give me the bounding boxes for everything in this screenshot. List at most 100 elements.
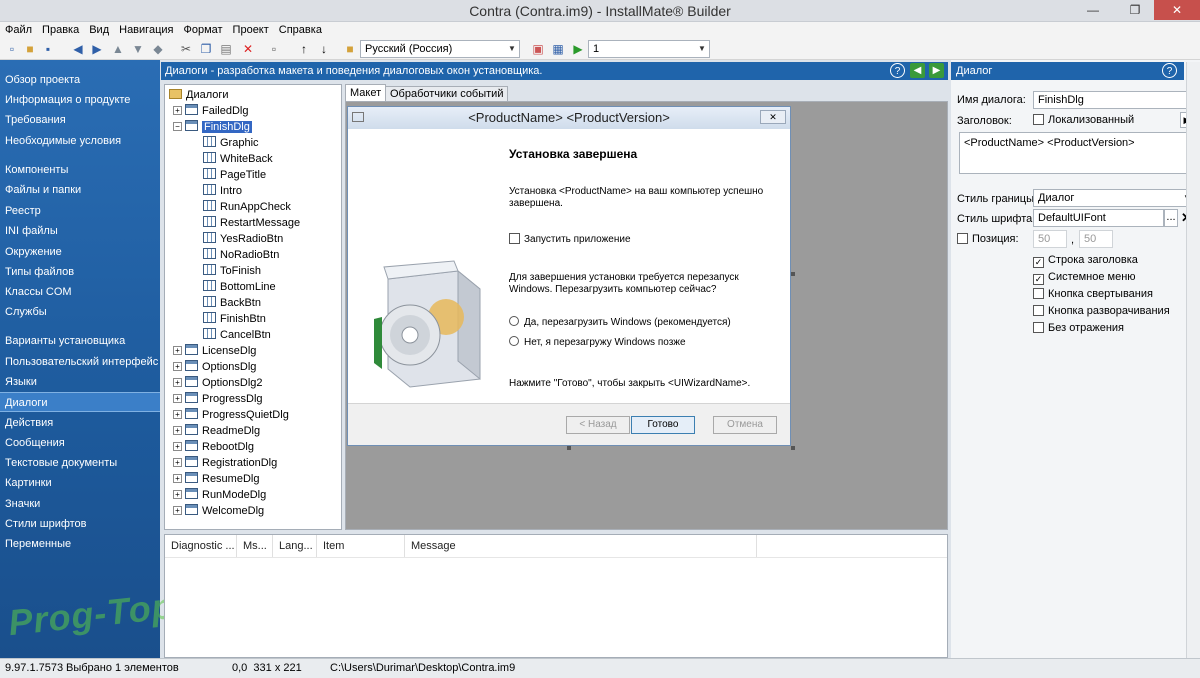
expand-icon[interactable]: + [173, 506, 182, 515]
down-arrow-icon[interactable]: ▼ [130, 41, 146, 57]
tab-event-handlers[interactable]: Обработчики событий [385, 86, 509, 101]
expand-icon[interactable]: + [173, 442, 182, 451]
run-icon[interactable]: ▶ [570, 41, 586, 57]
col-item[interactable]: Item [317, 535, 405, 557]
localized-checkbox[interactable]: Локализованный [1033, 114, 1134, 126]
new-icon[interactable]: ▫ [4, 41, 20, 57]
tree-child[interactable]: NoRadioBtn [203, 247, 279, 263]
save-icon[interactable]: ▪ [40, 41, 56, 57]
sidebar-item-variables[interactable]: Переменные [0, 534, 160, 554]
sidebar-item-ui[interactable]: Пользовательский интерфейс [0, 352, 160, 372]
close-button[interactable]: ✕ [1154, 0, 1200, 20]
tree-item[interactable]: + WelcomeDlg [173, 503, 264, 519]
expand-icon[interactable]: + [173, 362, 182, 371]
sidebar-item-text-docs[interactable]: Текстовые документы [0, 453, 160, 473]
help-icon[interactable]: ? [1162, 63, 1177, 78]
folder-icon[interactable]: ■ [342, 41, 358, 57]
tree-item[interactable]: + ProgressDlg [173, 391, 263, 407]
tree-item-faileddlg[interactable]: + FailedDlg [173, 103, 248, 119]
title-bar-checkbox[interactable]: ✓ Строка заголовка [1033, 254, 1138, 268]
tree-item[interactable]: + ResumeDlg [173, 471, 259, 487]
collapse-icon[interactable]: − [173, 122, 182, 131]
language-select[interactable]: Русский (Россия) ▼ [360, 40, 520, 58]
sidebar-item-font-styles[interactable]: Стили шрифтов [0, 514, 160, 534]
col-ms[interactable]: Ms... [237, 535, 273, 557]
tree-child[interactable]: BottomLine [203, 279, 276, 295]
resize-handle[interactable] [791, 272, 795, 276]
sidebar-item-files[interactable]: Файлы и папки [0, 180, 160, 200]
compile-icon[interactable]: ▦ [550, 41, 566, 57]
run-app-checkbox[interactable]: Запустить приложение [509, 233, 631, 245]
back-nav-icon[interactable]: ◀ [910, 63, 925, 78]
sort-down-icon[interactable]: ↓ [316, 41, 332, 57]
expand-icon[interactable]: + [173, 394, 182, 403]
finish-button[interactable]: Готово [631, 416, 695, 434]
dialog-close-icon[interactable]: ✕ [760, 110, 786, 124]
sidebar-item-services[interactable]: Службы [0, 302, 160, 322]
sidebar-item-file-types[interactable]: Типы файлов [0, 262, 160, 282]
build-select[interactable]: 1 ▼ [588, 40, 710, 58]
expand-icon[interactable]: + [173, 378, 182, 387]
tree-child[interactable]: FinishBtn [203, 311, 266, 327]
position-x-field[interactable]: 50 [1033, 230, 1067, 248]
tree-child[interactable]: Graphic [203, 135, 259, 151]
tree-child[interactable]: ToFinish [203, 263, 261, 279]
sidebar-item-registry[interactable]: Реестр [0, 201, 160, 221]
expand-icon[interactable]: + [173, 410, 182, 419]
tree-child[interactable]: RestartMessage [203, 215, 300, 231]
resize-handle[interactable] [791, 446, 795, 450]
no-reflection-checkbox[interactable]: Без отражения [1033, 322, 1124, 334]
maximize-button[interactable]: ❐ [1120, 0, 1150, 20]
menu-format[interactable]: Формат [178, 22, 227, 38]
system-menu-checkbox[interactable]: ✓ Системное меню [1033, 271, 1136, 285]
expand-icon[interactable]: + [173, 458, 182, 467]
tree-item[interactable]: + RegistrationDlg [173, 455, 277, 471]
col-message[interactable]: Message [405, 535, 757, 557]
sidebar-item-messages[interactable]: Сообщения [0, 433, 160, 453]
position-y-field[interactable]: 50 [1079, 230, 1113, 248]
minimize-checkbox[interactable]: Кнопка свертывания [1033, 288, 1153, 300]
open-icon[interactable]: ■ [22, 41, 38, 57]
maximize-checkbox[interactable]: Кнопка разворачивания [1033, 305, 1170, 317]
sidebar-item-languages[interactable]: Языки [0, 372, 160, 392]
tree-item[interactable]: + RunModeDlg [173, 487, 266, 503]
expand-icon[interactable]: + [173, 426, 182, 435]
cancel-button[interactable]: Отмена [713, 416, 777, 434]
tree-root[interactable]: Диалоги [169, 87, 229, 103]
move-icon[interactable]: ◆ [150, 41, 166, 57]
position-checkbox[interactable]: Позиция: [957, 233, 1019, 245]
build-icon[interactable]: ▣ [530, 41, 546, 57]
new-item-icon[interactable]: ▫ [266, 41, 282, 57]
forward-nav-icon[interactable]: ▶ [929, 63, 944, 78]
border-style-select[interactable]: Диалог▼ [1033, 189, 1194, 207]
minimize-button[interactable]: — [1078, 0, 1108, 20]
sidebar-item-product-info[interactable]: Информация о продукте [0, 90, 160, 110]
sidebar-item-overview[interactable]: Обзор проекта [0, 70, 160, 90]
caption-field[interactable]: <ProductName> <ProductVersion> [959, 132, 1194, 174]
tree-item[interactable]: + RebootDlg [173, 439, 254, 455]
col-diagnostic[interactable]: Diagnostic ... [165, 535, 237, 557]
sidebar-item-prerequisites[interactable]: Необходимые условия [0, 131, 160, 151]
menu-navigation[interactable]: Навигация [114, 22, 178, 38]
tree-item[interactable]: + OptionsDlg [173, 359, 256, 375]
expand-icon[interactable]: + [173, 106, 182, 115]
copy-icon[interactable]: ❐ [198, 41, 214, 57]
expand-icon[interactable]: + [173, 490, 182, 499]
sidebar-item-images[interactable]: Картинки [0, 473, 160, 493]
tree-child[interactable]: CancelBtn [203, 327, 271, 343]
dialog-name-field[interactable]: FinishDlg [1033, 91, 1194, 109]
font-style-field[interactable]: DefaultUIFont [1033, 209, 1164, 227]
tree-item[interactable]: + LicenseDlg [173, 343, 256, 359]
sidebar-item-ini[interactable]: INI файлы [0, 221, 160, 241]
cut-icon[interactable]: ✂ [178, 41, 194, 57]
tree-child[interactable]: WhiteBack [203, 151, 273, 167]
sidebar-item-requirements[interactable]: Требования [0, 110, 160, 130]
tree-item[interactable]: + ProgressQuietDlg [173, 407, 289, 423]
yes-radio[interactable]: Да, перезагрузить Windows (рекомендуется… [509, 316, 731, 328]
resize-handle[interactable] [567, 446, 571, 450]
sidebar-item-environment[interactable]: Окружение [0, 242, 160, 262]
tab-layout[interactable]: Макет [345, 84, 387, 102]
tree-child[interactable]: RunAppCheck [203, 199, 291, 215]
tree-item[interactable]: + OptionsDlg2 [173, 375, 263, 391]
help-icon[interactable]: ? [890, 63, 905, 78]
